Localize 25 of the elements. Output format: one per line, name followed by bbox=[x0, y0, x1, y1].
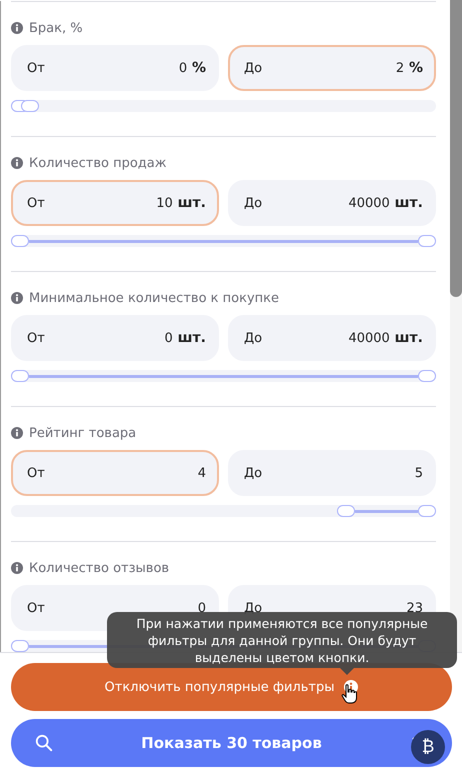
range-input-field[interactable]: От 10 шт. bbox=[11, 180, 219, 226]
slider-thumb[interactable] bbox=[11, 370, 29, 382]
disable-popular-filters-button[interactable]: Отключить популярные фильтры bbox=[11, 663, 452, 711]
range-input-field[interactable]: До 40000 шт. bbox=[228, 180, 436, 226]
filter-label: Количество продаж bbox=[29, 156, 166, 170]
slider-thumb[interactable] bbox=[11, 640, 29, 652]
slider-thumb[interactable] bbox=[21, 100, 40, 112]
filter-label: Рейтинг товара bbox=[29, 426, 136, 440]
slider-thumb[interactable] bbox=[11, 235, 29, 247]
range-input-field[interactable]: От 4 bbox=[11, 450, 219, 496]
scrollbar-thumb[interactable] bbox=[450, 0, 462, 297]
slider-thumb[interactable] bbox=[336, 505, 355, 517]
slider-thumb[interactable] bbox=[418, 235, 436, 247]
filter-label: Количество отзывов bbox=[29, 560, 170, 576]
hand-cursor-icon bbox=[341, 684, 357, 704]
filter-label: Минимальное количество к покупке bbox=[29, 290, 279, 306]
range-input-field[interactable]: До 2 % bbox=[228, 45, 436, 91]
search-icon bbox=[35, 734, 53, 752]
range-input-field[interactable]: От 0 % bbox=[11, 45, 219, 91]
range-input-field[interactable]: От 0 шт. bbox=[11, 315, 219, 361]
slider-thumb[interactable] bbox=[418, 370, 436, 382]
slider-thumb[interactable] bbox=[418, 505, 436, 517]
range-input-field[interactable]: До 5 bbox=[228, 450, 436, 496]
range-input-field[interactable]: До 40000 шт. bbox=[228, 315, 436, 361]
filter-label: Брак, % bbox=[29, 20, 83, 36]
